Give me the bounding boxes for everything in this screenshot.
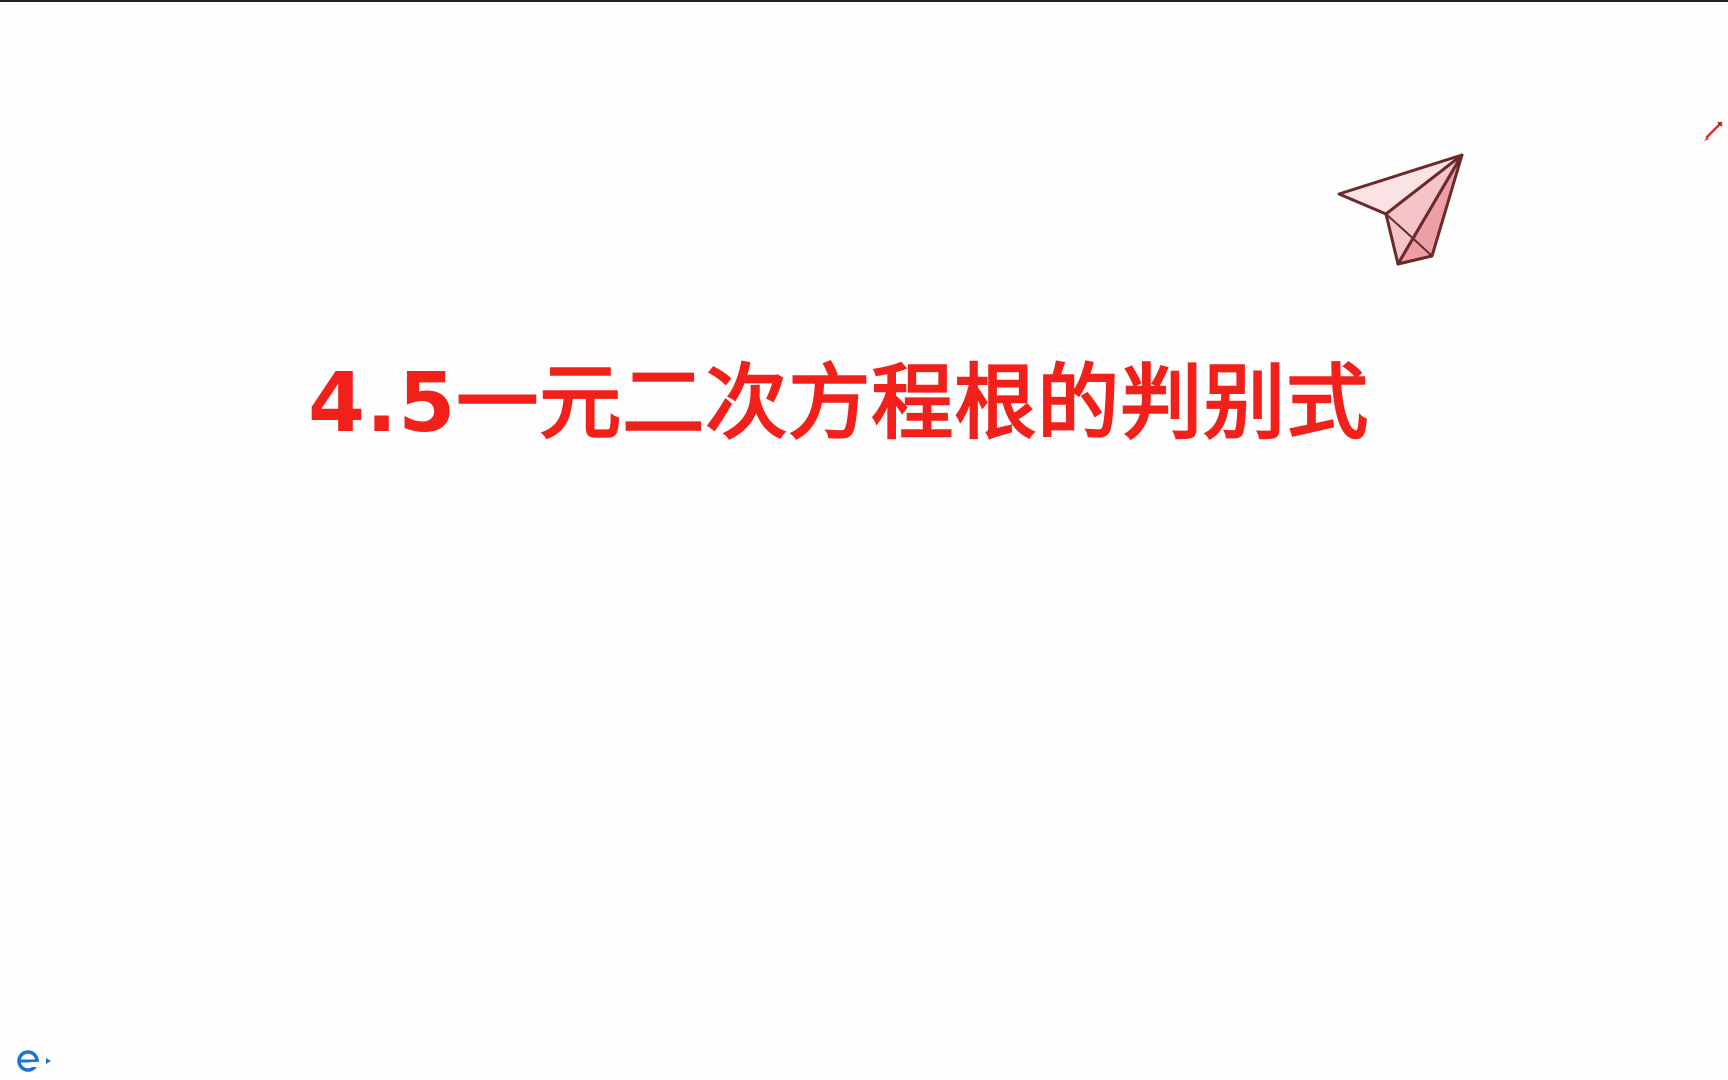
slide-canvas: 4.5一元二次方程根的判别式 [0,0,1728,1080]
internet-explorer-icon[interactable] [16,1048,56,1074]
paper-plane-icon [1337,153,1464,266]
pen-icon[interactable] [1702,120,1724,142]
slide-title: 4.5一元二次方程根的判别式 [308,356,1370,451]
ie-arrow-icon [46,1058,51,1064]
